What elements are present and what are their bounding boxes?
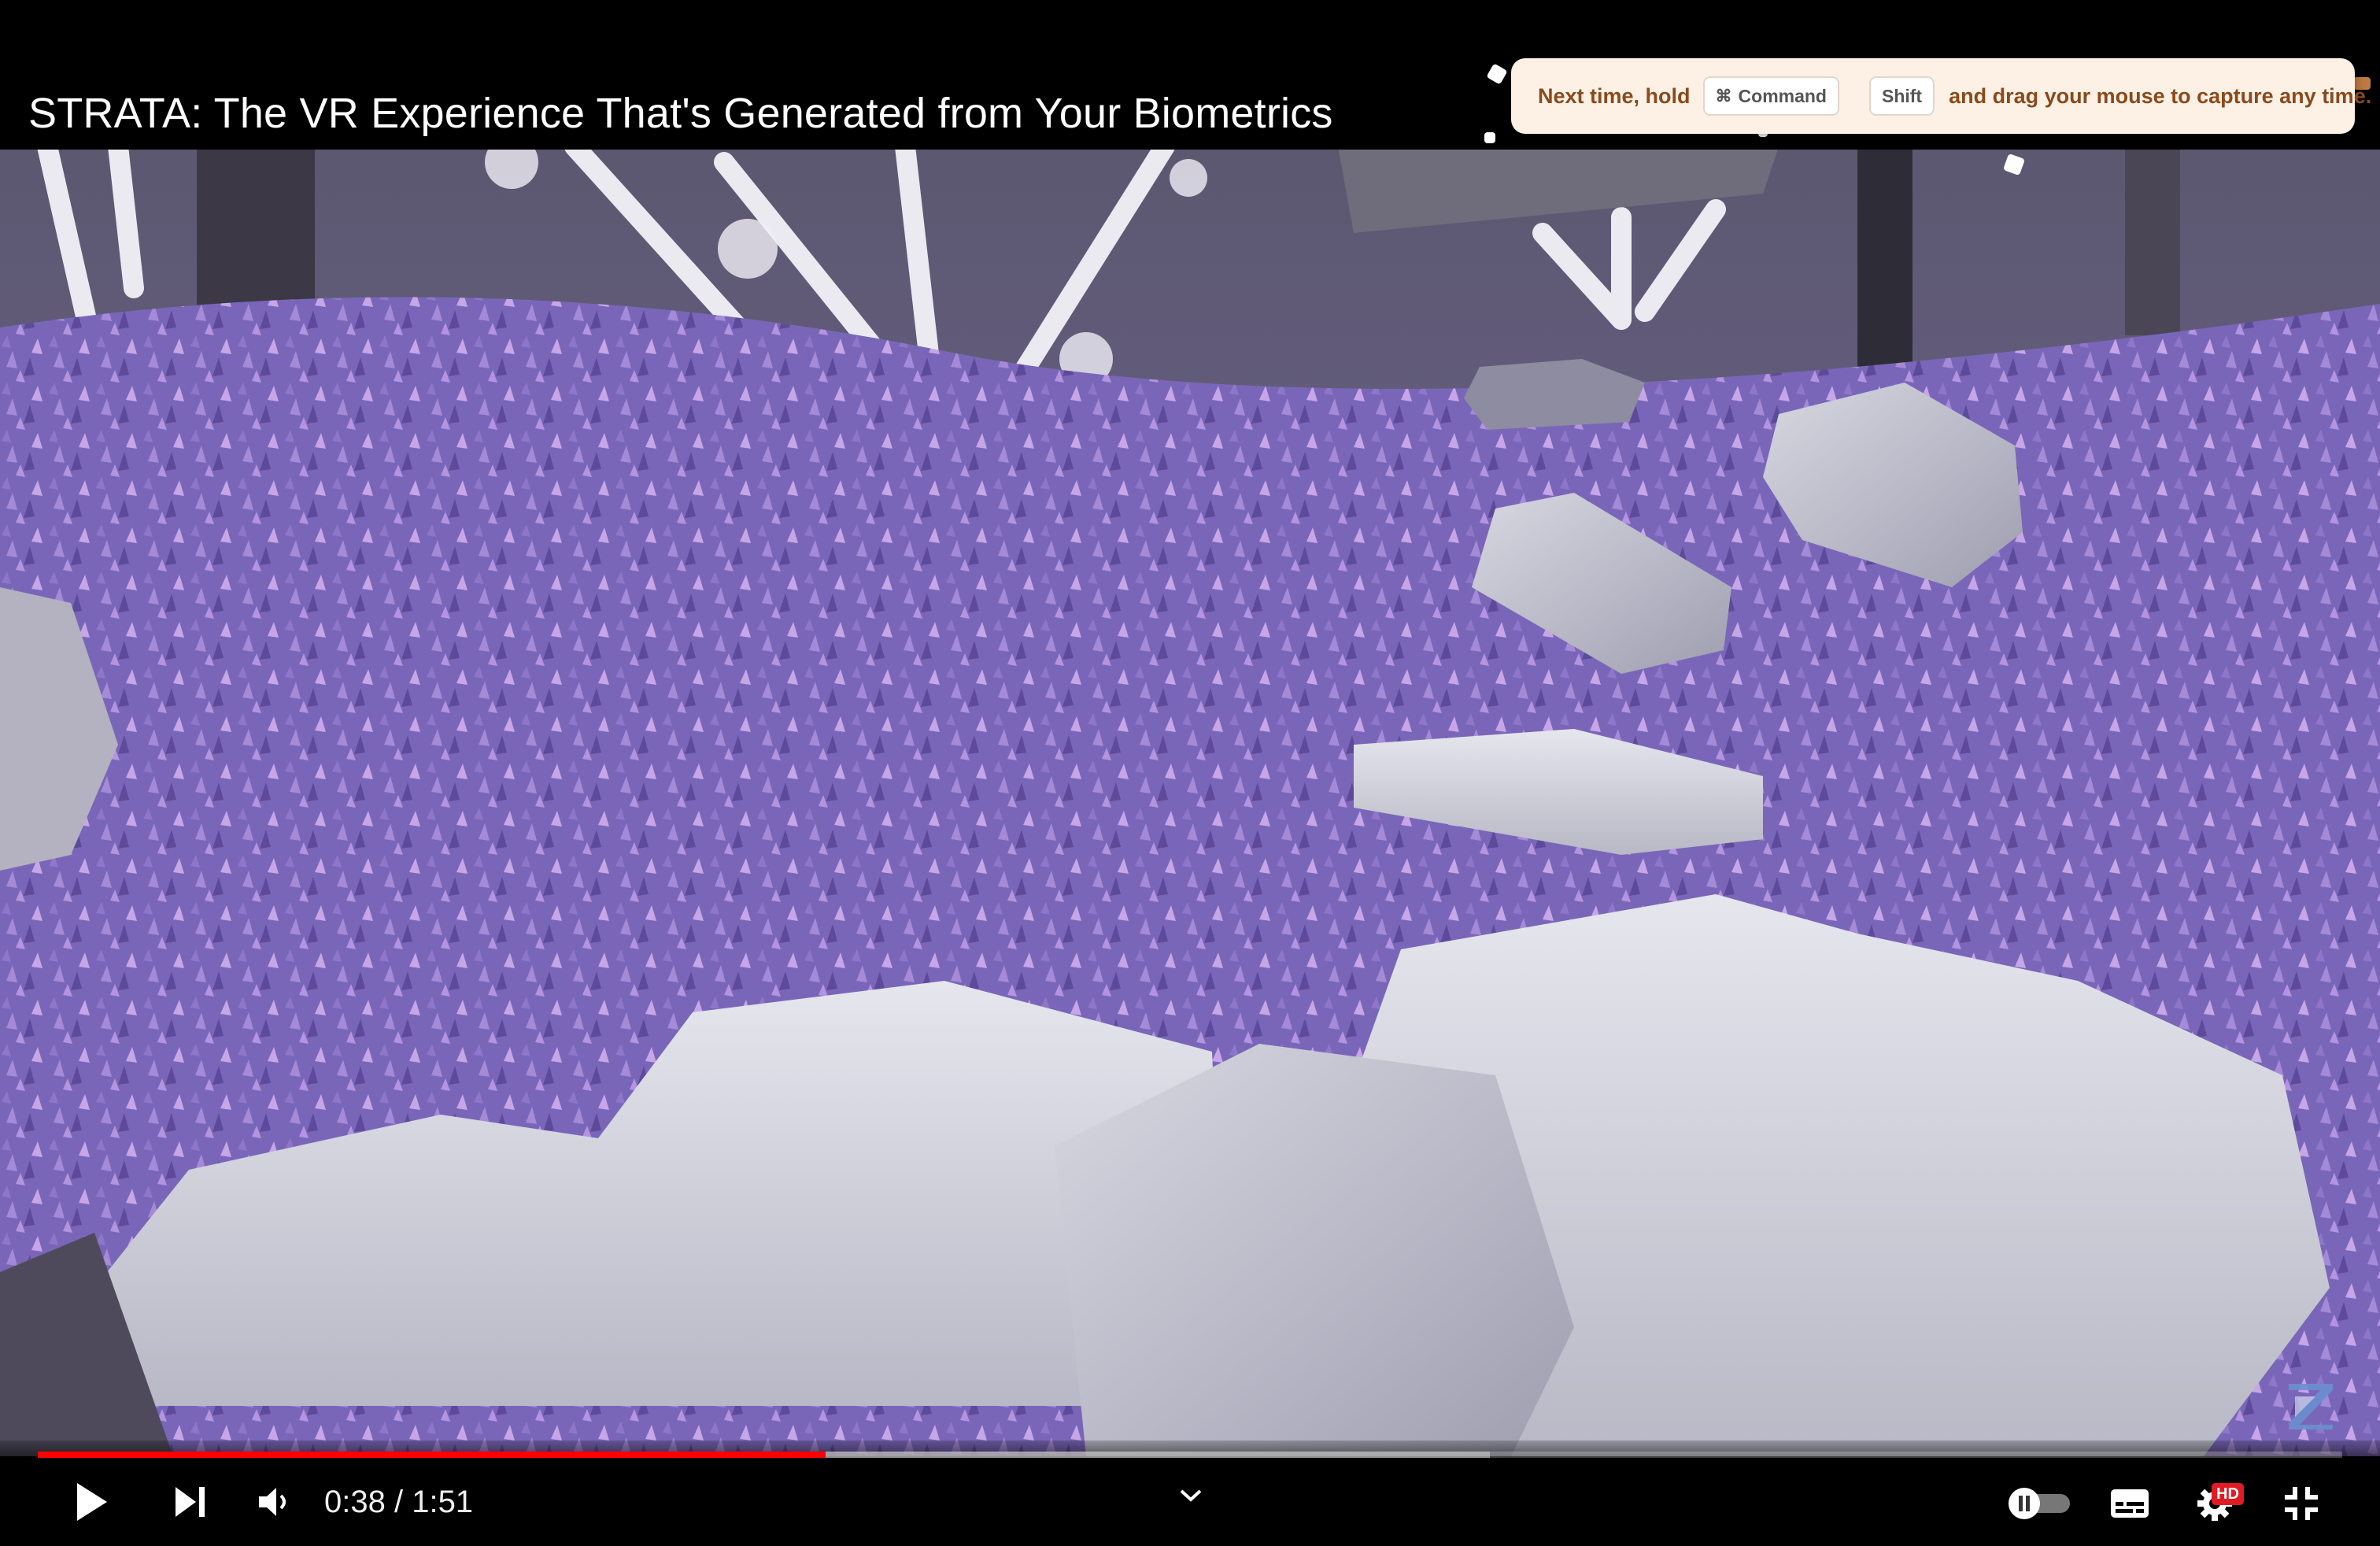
confetti-decoration [1484,132,1495,143]
time-separator: / [385,1485,412,1519]
channel-watermark-logo[interactable] [2284,1379,2338,1433]
current-time: 0:38 [324,1485,386,1519]
progress-played [38,1452,826,1458]
shift-key-label: Shift [1881,85,1923,106]
next-video-button[interactable] [165,1477,216,1527]
command-key-badge: ⌘ Command [1702,76,1839,116]
subtitles-icon [2111,1489,2149,1518]
duration: 1:51 [412,1485,474,1519]
video-player[interactable]: STRATA: The VR Experience That's Generat… [0,0,2380,1546]
skip-next-icon [176,1487,205,1517]
shift-key-badge: Shift [1868,76,1935,116]
autoplay-toggle-icon [2009,1488,2070,1519]
more-videos-chevron-button[interactable] [1171,1480,1210,1511]
exit-fullscreen-button[interactable] [2278,1480,2325,1527]
chevron-down-icon [1180,1489,1202,1502]
command-key-label: Command [1738,85,1827,106]
subtitles-button[interactable] [2106,1481,2153,1526]
mute-button[interactable] [249,1477,299,1527]
video-title[interactable]: STRATA: The VR Experience That's Generat… [28,85,1333,142]
video-frame[interactable] [0,146,2380,1456]
progress-bar[interactable] [38,1452,2342,1458]
hd-quality-badge: HD [2212,1483,2244,1505]
volume-icon [259,1488,286,1516]
time-display: 0:38 / 1:51 [324,1480,473,1524]
exit-fullscreen-icon [2285,1487,2318,1520]
toast-suffix-text: and drag your mouse to capture any time. [1949,83,2372,108]
toast-prefix-text: Next time, hold [1538,83,1691,108]
play-button[interactable] [66,1477,116,1527]
video-scene-image [0,146,2380,1456]
capture-tip-toast[interactable]: Next time, hold ⌘ Command Shift and drag… [1511,58,2371,134]
command-key-icon: ⌘ [1715,87,1732,105]
play-icon [77,1483,107,1521]
autoplay-toggle[interactable] [2005,1485,2073,1521]
